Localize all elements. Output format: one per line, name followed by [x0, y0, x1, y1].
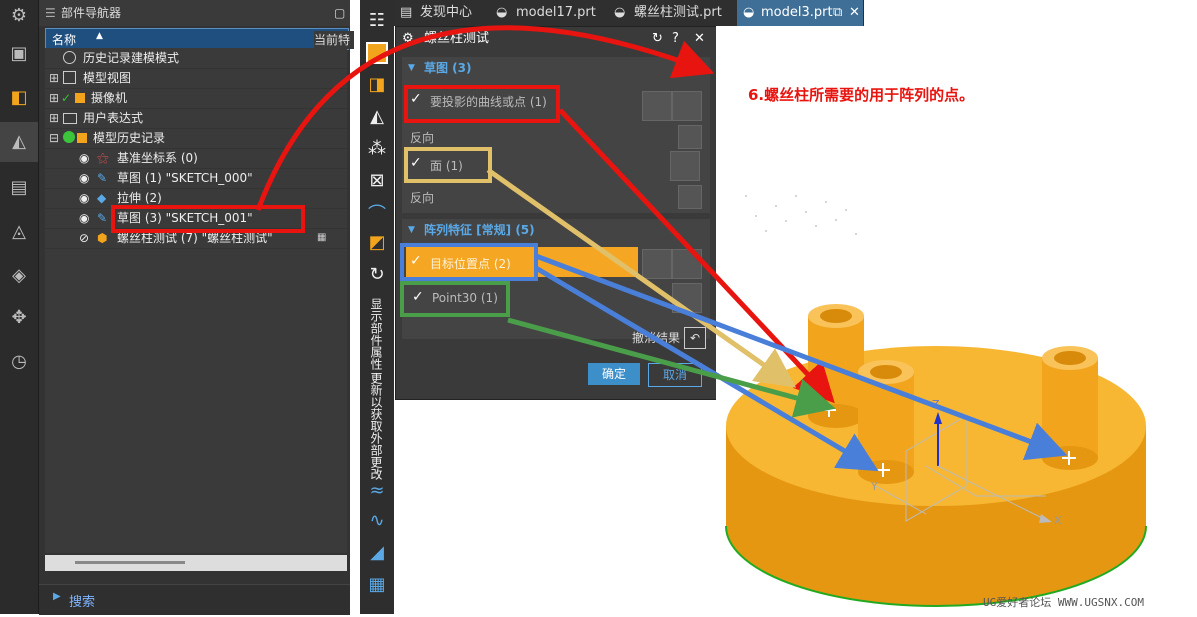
red-arrow-top: [255, 25, 715, 211]
annotation-note: 6.螺丝柱所需要的用于阵列的点。: [748, 86, 975, 104]
tan-arrow-face: [486, 167, 797, 388]
annotation-overlay: [255, 25, 1068, 472]
blue-arrow-2: [534, 265, 879, 472]
green-arrow: [507, 317, 836, 418]
watermark: UG爱好者论坛 WWW.UGSNX.COM: [983, 596, 1144, 609]
